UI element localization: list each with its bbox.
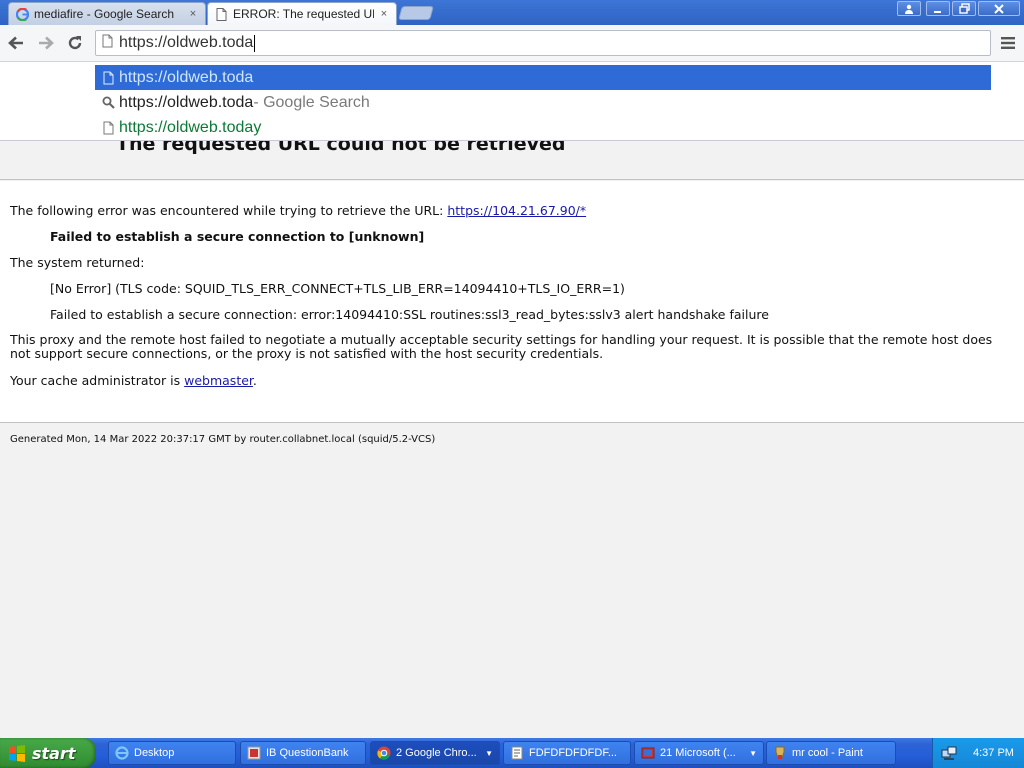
admin-suffix: . [252,373,257,388]
dropdown-arrow-icon: ▼ [485,748,493,758]
chrome-menu-button[interactable] [997,32,1019,54]
start-button[interactable]: start [0,738,96,768]
taskbar-item-ib-questionbank[interactable]: IB QuestionBank [240,741,366,765]
taskbar-item-desktop[interactable]: Desktop [108,741,236,765]
search-icon [101,95,115,111]
ssl-error-detail: Failed to establish a secure connection:… [50,307,769,322]
taskbar-item-google-chrome[interactable]: 2 Google Chro... ▼ [370,741,500,765]
forward-button[interactable] [35,32,57,54]
minimize-icon [934,10,941,13]
hamburger-menu-icon [1001,37,1015,49]
suggestion-item[interactable]: https://oldweb.toda - Google Search [95,90,991,115]
omnibox-suggestions: https://oldweb.toda https://oldweb.toda … [0,62,1024,141]
page-icon [101,120,115,136]
suggestion-text: https://oldweb.today [119,118,262,136]
taskbar-item-fdf-document[interactable]: FDFDFDFDFDF... [503,741,631,765]
close-icon [994,3,1004,14]
taskbar-item-label: IB QuestionBank [266,747,349,759]
restore-button[interactable] [952,1,976,16]
dropdown-arrow-icon: ▼ [749,748,757,758]
close-tab-icon[interactable]: × [378,8,390,20]
error-content: The following error was encountered whil… [0,181,1024,423]
tab-error-page[interactable]: ERROR: The requested URL c × [207,2,397,25]
suggestion-item[interactable]: https://oldweb.toda [95,65,991,90]
tab-strip: mediafire - Google Search × ERROR: The r… [0,0,1024,25]
error-intro-text: The following error was encountered whil… [10,203,448,218]
tls-error-detail: [No Error] (TLS code: SQUID_TLS_ERR_CONN… [50,281,625,296]
paint-icon [773,746,787,760]
user-profile-button[interactable] [897,1,921,16]
network-icon[interactable] [941,745,957,761]
taskbar-item-label: mr cool - Paint [792,747,863,759]
page-icon [101,70,115,86]
taskbar-item-microsoft-office[interactable]: 21 Microsoft (... ▼ [634,741,764,765]
page-header: The requested URL could not be retrieved [0,141,1024,180]
ie-icon [115,746,129,760]
browser-toolbar: https://oldweb.toda [0,25,1024,62]
arrow-left-icon [8,36,23,50]
taskbar-item-label: 2 Google Chro... [396,747,477,759]
system-returned-label: The system returned: [10,255,145,270]
page-footer: Generated Mon, 14 Mar 2022 20:37:17 GMT … [10,434,436,445]
error-intro-line: The following error was encountered whil… [10,203,586,218]
page-icon [102,34,113,52]
tab-title: mediafire - Google Search [34,7,175,21]
document-icon [510,746,524,760]
window-icon [247,746,261,760]
error-explanation: This proxy and the remote host failed to… [10,332,993,361]
suggestion-item[interactable]: https://oldweb.today [95,115,991,140]
suggestion-text: https://oldweb.toda [119,93,254,111]
taskbar-item-label: 21 Microsoft (... [660,747,736,759]
address-bar[interactable]: https://oldweb.toda [95,30,991,56]
windows-logo-icon [9,745,25,762]
minimize-button[interactable] [926,1,950,16]
clock[interactable]: 4:37 PM [973,747,1014,759]
taskbar-item-label: Desktop [134,747,175,759]
start-label: start [32,743,76,763]
suggestion-description: - Google Search [253,93,370,111]
taskbar: start Desktop IB QuestionBank 2 Google C… [0,738,1024,768]
new-tab-button[interactable] [398,6,434,20]
page-icon [214,7,228,21]
reload-button[interactable] [64,32,86,54]
close-window-button[interactable] [978,1,1020,16]
text-caret [254,34,256,52]
arrow-right-icon [39,36,54,50]
failed-message: Failed to establish a secure connection … [50,229,425,244]
close-tab-icon[interactable]: × [187,8,199,20]
suggestion-text: https://oldweb.toda [119,68,254,86]
reload-icon [68,36,82,50]
chrome-icon [377,746,391,760]
tab-title: ERROR: The requested URL c [233,7,374,21]
back-button[interactable] [5,32,27,54]
system-tray: 4:37 PM [932,738,1024,768]
restore-icon [958,3,970,14]
admin-line: Your cache administrator is webmaster. [10,373,257,388]
google-g-icon [15,7,29,21]
office-icon [641,746,655,760]
taskbar-item-paint[interactable]: mr cool - Paint [766,741,896,765]
webmaster-link[interactable]: webmaster [184,373,253,388]
taskbar-item-label: FDFDFDFDFDF... [529,747,617,759]
admin-prefix: Your cache administrator is [10,373,185,388]
user-icon [905,4,913,14]
page-title: The requested URL could not be retrieved [116,141,566,155]
error-url-link[interactable]: https://104.21.67.90/* [447,203,586,218]
tab-mediafire-search[interactable]: mediafire - Google Search × [8,2,206,25]
address-input-text[interactable]: https://oldweb.toda [119,34,253,52]
